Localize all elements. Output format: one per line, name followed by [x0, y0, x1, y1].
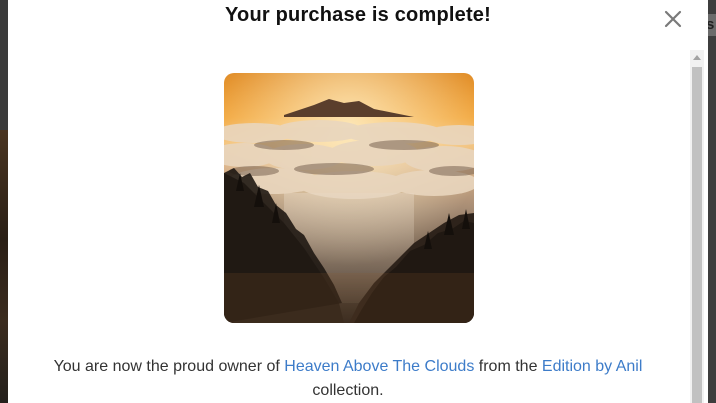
modal-scrollbar[interactable]	[690, 50, 704, 403]
message-suffix: collection.	[312, 382, 384, 399]
collection-link[interactable]: Edition by Anil	[542, 358, 643, 375]
scroll-up-arrow-icon[interactable]	[690, 50, 704, 66]
close-button[interactable]	[662, 8, 684, 30]
artwork-link[interactable]: Heaven Above The Clouds	[284, 358, 474, 375]
artwork-image	[224, 73, 474, 323]
close-icon[interactable]	[662, 8, 684, 30]
purchase-message: You are now the proud owner of Heaven Ab…	[28, 355, 668, 403]
modal-title: Your purchase is complete!	[224, 4, 491, 26]
message-middle: from the	[474, 358, 542, 375]
purchase-complete-modal: Your purchase is complete! You are now t…	[8, 0, 708, 403]
message-prefix: You are now the proud owner of	[53, 358, 285, 375]
scroll-thumb[interactable]	[692, 67, 702, 403]
